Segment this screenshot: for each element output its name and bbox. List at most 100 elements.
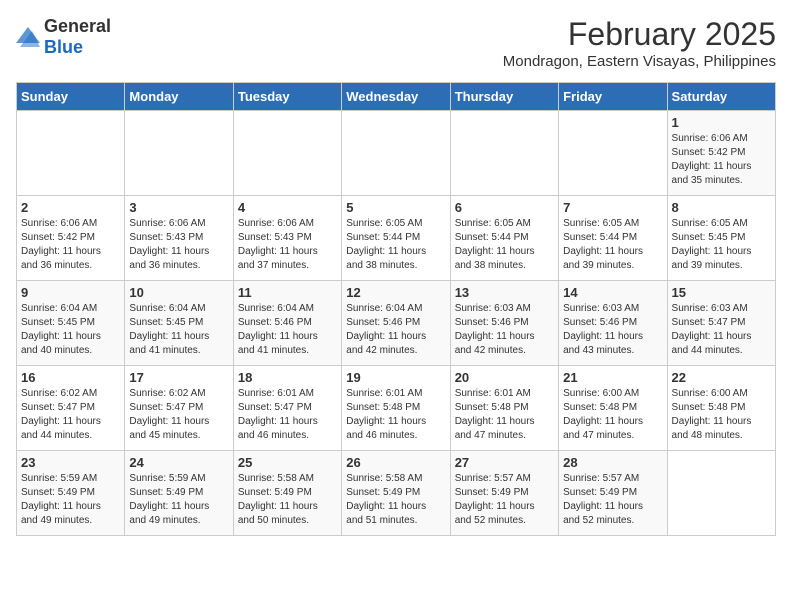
day-info: Sunrise: 5:59 AM Sunset: 5:49 PM Dayligh… bbox=[129, 472, 228, 528]
day-info: Sunrise: 5:59 AM Sunset: 5:49 PM Dayligh… bbox=[21, 472, 120, 528]
calendar-day-cell bbox=[559, 111, 667, 196]
day-info: Sunrise: 6:01 AM Sunset: 5:48 PM Dayligh… bbox=[455, 387, 554, 443]
day-of-week-header: Saturday bbox=[667, 83, 775, 111]
calendar-day-cell: 22 Sunrise: 6:00 AM Sunset: 5:48 PM Dayli… bbox=[667, 366, 775, 451]
calendar-day-cell: 23 Sunrise: 5:59 AM Sunset: 5:49 PM Dayli… bbox=[17, 451, 125, 536]
day-info: Sunrise: 5:58 AM Sunset: 5:49 PM Dayligh… bbox=[238, 472, 337, 528]
day-number: 15 bbox=[672, 285, 771, 300]
day-number: 3 bbox=[129, 200, 228, 215]
calendar-day-cell: 26Sunrise: 5:58 AM Sunset: 5:49 PM Dayli… bbox=[342, 451, 450, 536]
day-info: Sunrise: 6:01 AM Sunset: 5:48 PM Dayligh… bbox=[346, 387, 445, 443]
main-title: February 2025 bbox=[503, 16, 776, 53]
day-number: 13 bbox=[455, 285, 554, 300]
logo-blue: Blue bbox=[44, 37, 83, 57]
day-info: Sunrise: 5:58 AM Sunset: 5:49 PM Dayligh… bbox=[346, 472, 445, 528]
day-info: Sunrise: 6:05 AM Sunset: 5:44 PM Dayligh… bbox=[346, 217, 445, 273]
header: General Blue February 2025 Mondragon, Ea… bbox=[16, 16, 776, 70]
day-info: Sunrise: 6:04 AM Sunset: 5:45 PM Dayligh… bbox=[129, 302, 228, 358]
calendar-day-cell bbox=[450, 111, 558, 196]
calendar-day-cell: 7 Sunrise: 6:05 AM Sunset: 5:44 PM Daylig… bbox=[559, 196, 667, 281]
subtitle: Mondragon, Eastern Visayas, Philippines bbox=[503, 53, 776, 70]
calendar-header-row: SundayMondayTuesdayWednesdayThursdayFrid… bbox=[17, 83, 776, 111]
day-info: Sunrise: 6:04 AM Sunset: 5:46 PM Dayligh… bbox=[238, 302, 337, 358]
calendar-day-cell bbox=[125, 111, 233, 196]
calendar-day-cell: 11 Sunrise: 6:04 AM Sunset: 5:46 PM Dayli… bbox=[233, 281, 341, 366]
day-info: Sunrise: 6:06 AM Sunset: 5:42 PM Dayligh… bbox=[672, 132, 771, 188]
calendar-day-cell bbox=[233, 111, 341, 196]
calendar-day-cell bbox=[342, 111, 450, 196]
calendar-day-cell: 15 Sunrise: 6:03 AM Sunset: 5:47 PM Dayli… bbox=[667, 281, 775, 366]
calendar-day-cell: 3 Sunrise: 6:06 AM Sunset: 5:43 PM Daylig… bbox=[125, 196, 233, 281]
day-of-week-header: Thursday bbox=[450, 83, 558, 111]
calendar-day-cell: 9Sunrise: 6:04 AM Sunset: 5:45 PM Daylig… bbox=[17, 281, 125, 366]
logo-icon bbox=[16, 27, 40, 47]
day-number: 11 bbox=[238, 285, 337, 300]
day-number: 20 bbox=[455, 370, 554, 385]
day-of-week-header: Monday bbox=[125, 83, 233, 111]
day-number: 2 bbox=[21, 200, 120, 215]
calendar-day-cell: 19Sunrise: 6:01 AM Sunset: 5:48 PM Dayli… bbox=[342, 366, 450, 451]
day-number: 14 bbox=[563, 285, 662, 300]
day-info: Sunrise: 5:57 AM Sunset: 5:49 PM Dayligh… bbox=[455, 472, 554, 528]
day-number: 7 bbox=[563, 200, 662, 215]
title-area: February 2025 Mondragon, Eastern Visayas… bbox=[503, 16, 776, 70]
calendar-day-cell: 27 Sunrise: 5:57 AM Sunset: 5:49 PM Dayli… bbox=[450, 451, 558, 536]
calendar-day-cell: 10 Sunrise: 6:04 AM Sunset: 5:45 PM Dayli… bbox=[125, 281, 233, 366]
calendar-day-cell: 25Sunrise: 5:58 AM Sunset: 5:49 PM Dayli… bbox=[233, 451, 341, 536]
day-number: 24 bbox=[129, 455, 228, 470]
day-info: Sunrise: 6:06 AM Sunset: 5:43 PM Dayligh… bbox=[238, 217, 337, 273]
calendar-day-cell: 8 Sunrise: 6:05 AM Sunset: 5:45 PM Daylig… bbox=[667, 196, 775, 281]
day-info: Sunrise: 6:02 AM Sunset: 5:47 PM Dayligh… bbox=[129, 387, 228, 443]
calendar-day-cell: 28Sunrise: 5:57 AM Sunset: 5:49 PM Dayli… bbox=[559, 451, 667, 536]
calendar-day-cell: 6 Sunrise: 6:05 AM Sunset: 5:44 PM Daylig… bbox=[450, 196, 558, 281]
calendar-week-row: 1Sunrise: 6:06 AM Sunset: 5:42 PM Daylig… bbox=[17, 111, 776, 196]
day-of-week-header: Friday bbox=[559, 83, 667, 111]
day-info: Sunrise: 6:00 AM Sunset: 5:48 PM Dayligh… bbox=[563, 387, 662, 443]
day-info: Sunrise: 6:04 AM Sunset: 5:46 PM Dayligh… bbox=[346, 302, 445, 358]
day-info: Sunrise: 6:01 AM Sunset: 5:47 PM Dayligh… bbox=[238, 387, 337, 443]
calendar-day-cell: 2Sunrise: 6:06 AM Sunset: 5:42 PM Daylig… bbox=[17, 196, 125, 281]
day-info: Sunrise: 6:06 AM Sunset: 5:43 PM Dayligh… bbox=[129, 217, 228, 273]
calendar-day-cell: 21 Sunrise: 6:00 AM Sunset: 5:48 PM Dayli… bbox=[559, 366, 667, 451]
calendar-day-cell bbox=[667, 451, 775, 536]
day-number: 18 bbox=[238, 370, 337, 385]
day-info: Sunrise: 6:05 AM Sunset: 5:44 PM Dayligh… bbox=[455, 217, 554, 273]
day-of-week-header: Sunday bbox=[17, 83, 125, 111]
day-number: 21 bbox=[563, 370, 662, 385]
day-number: 22 bbox=[672, 370, 771, 385]
calendar-day-cell: 4 Sunrise: 6:06 AM Sunset: 5:43 PM Daylig… bbox=[233, 196, 341, 281]
day-of-week-header: Tuesday bbox=[233, 83, 341, 111]
day-number: 10 bbox=[129, 285, 228, 300]
day-info: Sunrise: 6:03 AM Sunset: 5:47 PM Dayligh… bbox=[672, 302, 771, 358]
calendar-day-cell: 13 Sunrise: 6:03 AM Sunset: 5:46 PM Dayli… bbox=[450, 281, 558, 366]
day-number: 9 bbox=[21, 285, 120, 300]
calendar-day-cell: 12 Sunrise: 6:04 AM Sunset: 5:46 PM Dayli… bbox=[342, 281, 450, 366]
calendar-day-cell: 16Sunrise: 6:02 AM Sunset: 5:47 PM Dayli… bbox=[17, 366, 125, 451]
day-info: Sunrise: 6:00 AM Sunset: 5:48 PM Dayligh… bbox=[672, 387, 771, 443]
day-info: Sunrise: 6:03 AM Sunset: 5:46 PM Dayligh… bbox=[563, 302, 662, 358]
day-number: 6 bbox=[455, 200, 554, 215]
logo: General Blue bbox=[16, 16, 111, 58]
logo-general: General bbox=[44, 16, 111, 36]
day-number: 4 bbox=[238, 200, 337, 215]
day-number: 23 bbox=[21, 455, 120, 470]
day-info: Sunrise: 6:05 AM Sunset: 5:44 PM Dayligh… bbox=[563, 217, 662, 273]
calendar-week-row: 16Sunrise: 6:02 AM Sunset: 5:47 PM Dayli… bbox=[17, 366, 776, 451]
calendar-day-cell bbox=[17, 111, 125, 196]
day-number: 28 bbox=[563, 455, 662, 470]
day-info: Sunrise: 6:03 AM Sunset: 5:46 PM Dayligh… bbox=[455, 302, 554, 358]
day-number: 8 bbox=[672, 200, 771, 215]
day-number: 17 bbox=[129, 370, 228, 385]
logo-text: General Blue bbox=[44, 16, 111, 58]
calendar-week-row: 23 Sunrise: 5:59 AM Sunset: 5:49 PM Dayli… bbox=[17, 451, 776, 536]
calendar-day-cell: 1Sunrise: 6:06 AM Sunset: 5:42 PM Daylig… bbox=[667, 111, 775, 196]
day-info: Sunrise: 6:02 AM Sunset: 5:47 PM Dayligh… bbox=[21, 387, 120, 443]
day-info: Sunrise: 6:05 AM Sunset: 5:45 PM Dayligh… bbox=[672, 217, 771, 273]
calendar-day-cell: 5Sunrise: 6:05 AM Sunset: 5:44 PM Daylig… bbox=[342, 196, 450, 281]
calendar-day-cell: 14 Sunrise: 6:03 AM Sunset: 5:46 PM Dayli… bbox=[559, 281, 667, 366]
calendar-week-row: 9 Sunrise: 6:04 AM Sunset: 5:45 PM Daylig… bbox=[17, 281, 776, 366]
day-number: 27 bbox=[455, 455, 554, 470]
calendar-day-cell: 18 Sunrise: 6:01 AM Sunset: 5:47 PM Dayli… bbox=[233, 366, 341, 451]
day-of-week-header: Wednesday bbox=[342, 83, 450, 111]
day-number: 12 bbox=[346, 285, 445, 300]
